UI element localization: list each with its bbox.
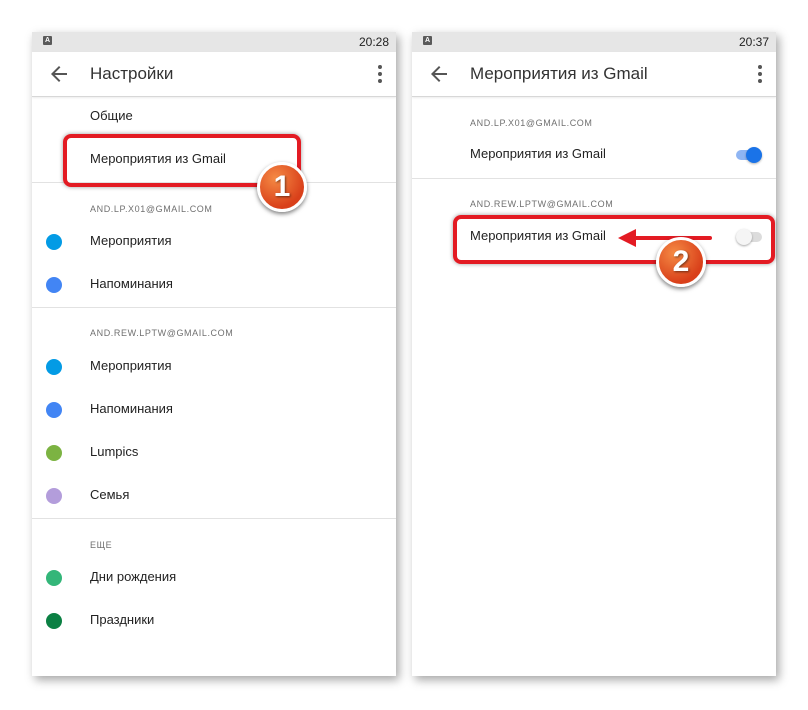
calendar-item[interactable]: Семья: [32, 477, 396, 515]
step-number: 2: [672, 245, 690, 278]
gmail-events-screen: A 20:37 Мероприятия из Gmail AND.LP.X01@…: [412, 32, 776, 676]
status-time: 20:37: [738, 35, 769, 49]
setting-label: Мероприятия из Gmail: [470, 146, 606, 161]
page-title: Настройки: [90, 64, 174, 83]
account-header: AND.REW.LPTW@GMAIL.COM: [90, 328, 234, 338]
step-badge: 2: [656, 237, 706, 287]
status-bar: A 20:37: [412, 32, 776, 52]
calendar-label: Lumpics: [90, 444, 139, 459]
calendar-color-dot: [46, 234, 62, 250]
calendar-color-dot: [46, 570, 62, 586]
calendar-label: Напоминания: [90, 401, 173, 416]
calendar-item[interactable]: Дни рождения: [32, 559, 396, 597]
step-number: 1: [273, 170, 291, 203]
account-header: AND.LP.X01@GMAIL.COM: [470, 118, 593, 128]
calendar-label: Праздники: [90, 612, 155, 627]
calendar-item[interactable]: Напоминания: [32, 266, 396, 304]
notification-icon: A: [423, 36, 432, 45]
more-header: ЕЩЕ: [90, 540, 113, 550]
notification-icon: A: [43, 36, 52, 45]
more-options-icon[interactable]: [376, 64, 384, 84]
calendar-label: Дни рождения: [90, 569, 177, 584]
status-bar: A 20:28: [32, 32, 396, 52]
more-options-icon[interactable]: [756, 64, 764, 84]
back-arrow-icon[interactable]: [427, 62, 451, 86]
gmail-events-setting[interactable]: Мероприятия из Gmail: [412, 136, 776, 174]
calendar-item[interactable]: Lumpics: [32, 434, 396, 472]
settings-item-general[interactable]: Общие: [32, 98, 396, 136]
app-bar: Мероприятия из Gmail: [412, 52, 776, 97]
calendar-color-dot: [46, 359, 62, 375]
back-arrow-icon[interactable]: [47, 62, 71, 86]
account-header: AND.REW.LPTW@GMAIL.COM: [470, 199, 614, 209]
calendar-item[interactable]: Праздники: [32, 602, 396, 640]
toggle-thumb: [746, 147, 762, 163]
app-bar: Настройки: [32, 52, 396, 97]
calendar-item[interactable]: Мероприятия: [32, 223, 396, 261]
calendar-color-dot: [46, 488, 62, 504]
gmail-events-toggle[interactable]: [736, 147, 762, 163]
calendar-color-dot: [46, 613, 62, 629]
calendar-color-dot: [46, 402, 62, 418]
divider: [32, 518, 396, 519]
step-badge: 1: [257, 162, 307, 212]
calendar-label: Семья: [90, 487, 130, 502]
calendar-color-dot: [46, 445, 62, 461]
page-title: Мероприятия из Gmail: [470, 64, 648, 83]
divider: [32, 307, 396, 308]
status-time: 20:28: [358, 35, 389, 49]
account-header: AND.LP.X01@GMAIL.COM: [90, 204, 213, 214]
calendar-color-dot: [46, 277, 62, 293]
general-label: Общие: [90, 108, 133, 123]
calendar-label: Мероприятия: [90, 358, 172, 373]
calendar-item[interactable]: Напоминания: [32, 391, 396, 429]
settings-screen: A 20:28 Настройки Общие Мероприятия из G…: [32, 32, 396, 676]
calendar-label: Напоминания: [90, 276, 173, 291]
calendar-item[interactable]: Мероприятия: [32, 348, 396, 386]
divider: [412, 178, 776, 179]
calendar-label: Мероприятия: [90, 233, 172, 248]
